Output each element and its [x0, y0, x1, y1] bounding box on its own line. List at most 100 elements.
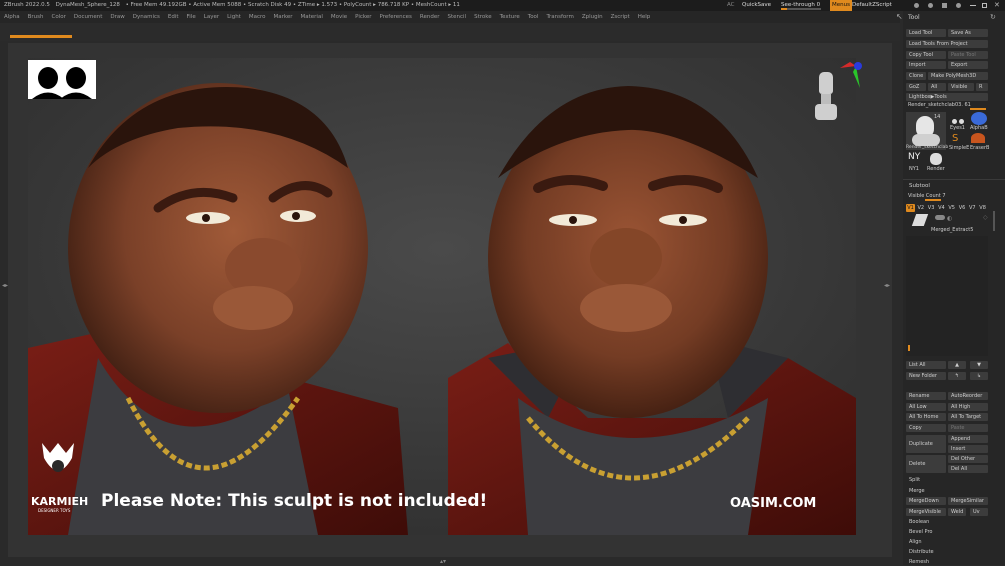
minimize-icon[interactable] — [970, 5, 976, 6]
menu-item-draw[interactable]: Draw — [106, 11, 128, 23]
right-tray-toggle-icon[interactable]: ◂▸ — [884, 282, 890, 289]
eraser-brush-icon[interactable] — [971, 133, 985, 143]
mergevisible-button[interactable]: MergeVisible — [906, 508, 946, 516]
menu-item-file[interactable]: File — [183, 11, 200, 23]
refresh-icon[interactable]: ↻ — [990, 13, 996, 21]
quicksave-button[interactable]: QuickSave — [742, 0, 771, 11]
all-to-home-button[interactable]: All To Home — [906, 413, 946, 421]
export-button[interactable]: Export — [948, 61, 988, 69]
bottom-tray-toggle-icon[interactable]: ▴▾ — [440, 558, 446, 565]
distribute-header[interactable]: Distribute — [906, 548, 988, 556]
subtool-polypaint-icon[interactable]: ◐ — [947, 215, 952, 222]
menu-item-document[interactable]: Document — [70, 11, 107, 23]
list-all-button[interactable]: List All — [906, 361, 946, 369]
save-as-button[interactable]: Save As — [948, 29, 988, 37]
goz-r-button[interactable]: R — [976, 83, 988, 91]
goz-visible-button[interactable]: Visible — [948, 83, 974, 91]
help-icon[interactable] — [914, 3, 919, 8]
uv-button[interactable]: Uv — [970, 508, 988, 516]
menu-item-picker[interactable]: Picker — [351, 11, 375, 23]
copy-button[interactable]: Copy — [906, 424, 946, 432]
subtool-version-v8[interactable]: V8 — [978, 204, 987, 212]
menu-item-texture[interactable]: Texture — [496, 11, 524, 23]
menu-item-brush[interactable]: Brush — [24, 11, 48, 23]
menu-item-render[interactable]: Render — [416, 11, 444, 23]
subtool-version-v7[interactable]: V7 — [968, 204, 977, 212]
clone-button[interactable]: Clone — [906, 72, 926, 80]
axis-gizmo-icon[interactable] — [836, 58, 866, 92]
goz-button[interactable]: GoZ — [906, 83, 926, 91]
subtool-visibility-toggle[interactable] — [935, 215, 945, 220]
subtool-version-v2[interactable]: V2 — [916, 204, 925, 212]
del-all-button[interactable]: Del All — [948, 465, 988, 473]
mergesimilar-button[interactable]: MergeSimilar — [948, 497, 988, 505]
all-to-target-button[interactable]: All To Target — [948, 413, 988, 421]
align-header[interactable]: Align — [906, 538, 988, 546]
bevel-pro-header[interactable]: Bevel Pro — [906, 528, 988, 536]
subtool-eye-icon[interactable]: ◇ — [983, 214, 988, 221]
menu-item-light[interactable]: Light — [223, 11, 245, 23]
delete-button[interactable]: Delete — [906, 455, 946, 473]
subtool-list[interactable] — [906, 236, 988, 356]
palette-icon[interactable] — [928, 3, 933, 8]
del-other-button[interactable]: Del Other — [948, 455, 988, 463]
duplicate-button[interactable]: Duplicate — [906, 435, 946, 453]
autoreorder-button[interactable]: AutoReorder — [948, 392, 988, 400]
all-high-button[interactable]: All High — [948, 403, 988, 411]
render-tool-icon[interactable] — [930, 153, 942, 165]
make-polymesh-button[interactable]: Make PolyMesh3D — [928, 72, 988, 80]
subtool-thumbnail[interactable] — [911, 214, 929, 226]
subtool-scroll-marker[interactable] — [908, 345, 910, 351]
paste-button[interactable]: Paste — [948, 424, 988, 432]
default-zscript-button[interactable]: DefaultZScript — [852, 0, 892, 11]
ac-label[interactable]: AC — [727, 0, 735, 11]
menu-item-help[interactable]: Help — [634, 11, 655, 23]
boolean-header[interactable]: Boolean — [906, 518, 988, 526]
menu-item-tool[interactable]: Tool — [524, 11, 543, 23]
menu-item-dynamics[interactable]: Dynamics — [129, 11, 164, 23]
move-up-button[interactable]: ▲ — [948, 361, 966, 369]
menu-item-material[interactable]: Material — [297, 11, 327, 23]
menu-item-preferences[interactable]: Preferences — [376, 11, 416, 23]
menu-item-macro[interactable]: Macro — [245, 11, 270, 23]
subtool-version-v4[interactable]: V4 — [937, 204, 946, 212]
menu-item-layer[interactable]: Layer — [200, 11, 223, 23]
ny-tool-icon[interactable]: NY — [908, 152, 920, 162]
visible-count-slider[interactable] — [925, 199, 941, 201]
weld-button[interactable]: Weld — [948, 508, 966, 516]
menu-item-transform[interactable]: Transform — [542, 11, 577, 23]
close-icon[interactable]: ✕ — [994, 0, 1000, 11]
mergedown-button[interactable]: MergeDown — [906, 497, 946, 505]
layout-icon[interactable] — [942, 3, 947, 8]
subtool-header[interactable]: Subtool — [909, 182, 930, 190]
lightbox-tools-button[interactable]: Lightbox▶Tools — [906, 93, 988, 101]
settings-icon[interactable] — [956, 3, 961, 8]
left-tray-toggle-icon[interactable]: ◂▸ — [2, 282, 8, 289]
menu-item-edit[interactable]: Edit — [164, 11, 183, 23]
merge-header[interactable]: Merge — [906, 487, 988, 495]
all-low-button[interactable]: All Low — [906, 403, 946, 411]
subtool-version-v1[interactable]: V1 — [906, 204, 915, 212]
new-folder-button[interactable]: New Folder — [906, 372, 946, 380]
goz-all-button[interactable]: All — [928, 83, 946, 91]
subtool-version-v5[interactable]: V5 — [947, 204, 956, 212]
menu-item-color[interactable]: Color — [48, 11, 70, 23]
rename-button[interactable]: Rename — [906, 392, 946, 400]
menu-item-alpha[interactable]: Alpha — [0, 11, 24, 23]
pin-icon[interactable]: ↖ — [896, 12, 903, 21]
simple-brush-icon[interactable]: S — [952, 133, 958, 144]
menu-item-zscript[interactable]: Zscript — [607, 11, 634, 23]
load-tools-from-project-button[interactable]: Load Tools From Project — [906, 40, 988, 48]
subtool-scrollbar[interactable] — [993, 211, 995, 231]
subtool-name[interactable]: Merged_Extract5 — [931, 226, 973, 234]
subtool-version-v3[interactable]: V3 — [927, 204, 936, 212]
navigation-head-icon[interactable] — [815, 72, 837, 122]
insert-button[interactable]: Insert — [948, 445, 988, 453]
subtool-version-v6[interactable]: V6 — [958, 204, 967, 212]
menu-item-zplugin[interactable]: Zplugin — [578, 11, 607, 23]
menus-button[interactable]: Menus — [830, 0, 852, 11]
menu-item-movie[interactable]: Movie — [327, 11, 351, 23]
move-down-folder-icon[interactable]: ↳ — [970, 372, 988, 380]
viewport-canvas[interactable]: KARMIEH DESIGNER TOYS Please Note: This … — [28, 58, 856, 535]
copy-tool-button[interactable]: Copy Tool — [906, 51, 946, 59]
